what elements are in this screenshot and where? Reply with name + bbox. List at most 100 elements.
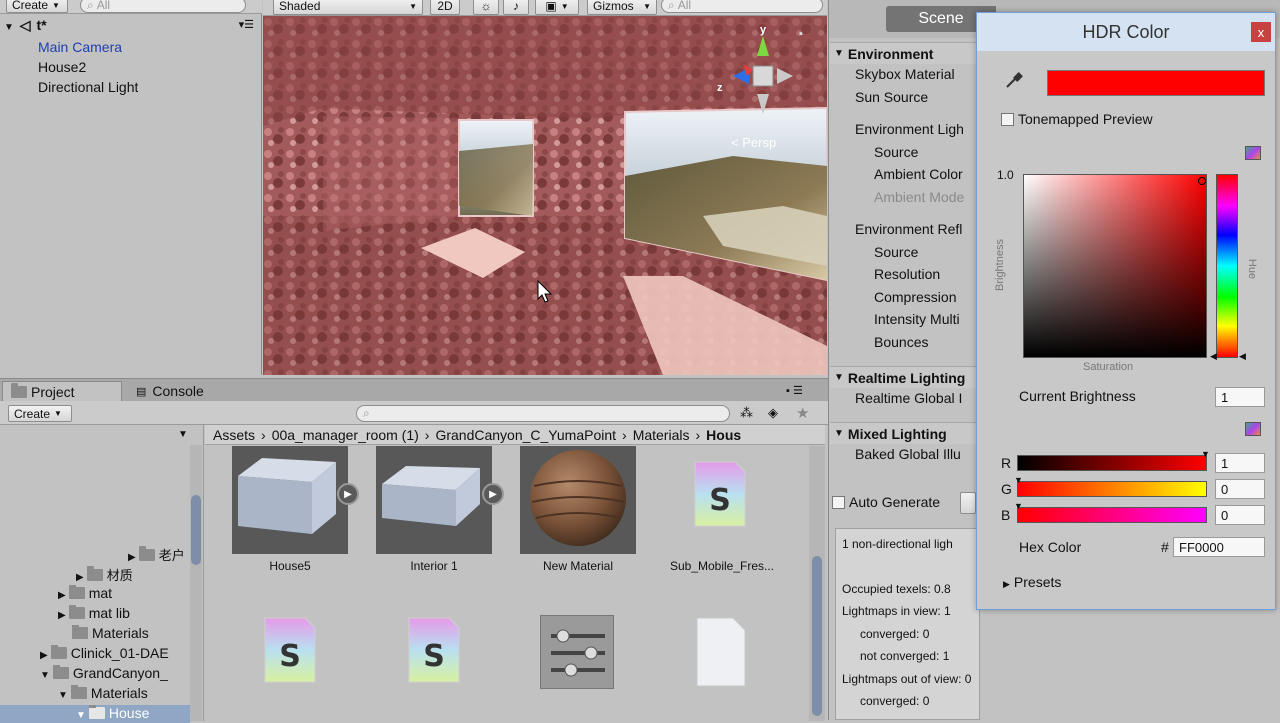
expand-arrow-icon[interactable]: ▼ (4, 22, 14, 33)
expand-arrow-icon[interactable]: ▼ (40, 670, 50, 681)
hue-slider[interactable] (1216, 174, 1238, 358)
auto-generate-toggle[interactable]: Auto Generate (832, 494, 972, 510)
project-create-button[interactable]: Create ▼ (8, 405, 72, 422)
auto-generate-checkbox[interactable] (832, 496, 845, 509)
tonemapped-checkbox[interactable] (1001, 113, 1014, 126)
search-icon: ⌕ (668, 0, 675, 12)
hierarchy-create-button[interactable]: Create ▼ (6, 0, 68, 13)
expand-arrow-icon[interactable]: ▶ (128, 552, 136, 563)
asset-tile-shader[interactable]: S (261, 614, 319, 686)
asset-tile-shader[interactable]: S (405, 614, 463, 686)
tree-scrollbar[interactable] (190, 445, 202, 721)
lock-icon[interactable]: ▪ (799, 28, 803, 40)
asset-scrollbar-thumb[interactable] (812, 556, 822, 716)
2d-toggle-button[interactable]: 2D (430, 0, 460, 15)
asset-label: Sub_Mobile_Fres... (669, 559, 775, 573)
slider-handle-icon[interactable]: ▼ (1014, 475, 1023, 485)
tab-console[interactable]: ▤ Console (130, 381, 250, 401)
favorite-star-icon[interactable]: ★ (796, 404, 809, 422)
breadcrumb-item[interactable]: Assets (213, 427, 255, 443)
asset-tile-house5[interactable] (232, 446, 348, 554)
filter-type-icon[interactable]: ⁂ (740, 405, 753, 421)
expand-arrow-icon[interactable]: ▶ (58, 590, 66, 601)
close-button[interactable]: x (1251, 22, 1271, 42)
saturation-brightness-picker[interactable] (1023, 174, 1207, 358)
scene-row[interactable]: ▼ ◁ t* ▾☰ (4, 17, 258, 37)
tree-scrollbar-thumb[interactable] (191, 495, 201, 565)
panel-menu-icon[interactable]: ▪ ☰ (786, 384, 803, 397)
mixed-lighting-header[interactable]: ▼ Mixed Lighting (830, 422, 976, 444)
channel-r-input[interactable]: 1 (1215, 453, 1265, 473)
hex-color-input[interactable]: FF0000 (1173, 537, 1265, 557)
asset-tile-shader[interactable]: S (691, 458, 749, 530)
filter-label-icon[interactable]: ◈ (768, 405, 778, 421)
generate-lighting-button[interactable] (960, 492, 976, 514)
slider-handle-icon[interactable]: ▼ (1014, 501, 1023, 511)
tree-item[interactable]: ▶ Clinick_01-DAE (40, 645, 190, 661)
hue-handle-icon[interactable]: ◀ (1210, 351, 1217, 362)
effects-dropdown[interactable]: ▣ ▼ (535, 0, 579, 15)
tree-item[interactable]: ▼ GrandCanyon_ (40, 665, 190, 681)
scene-menu-icon[interactable]: ▾☰ (239, 18, 254, 31)
asset-grid-scrollbar[interactable] (809, 446, 825, 721)
asset-tile-interior-1[interactable] (376, 446, 492, 554)
color-swatch[interactable] (1047, 70, 1265, 96)
tree-item[interactable]: ▶ 老户 (128, 545, 185, 564)
expand-arrow-icon[interactable]: ▼ (58, 690, 68, 701)
tab-project[interactable]: Project (2, 381, 122, 401)
persp-label[interactable]: < Persp (731, 135, 776, 150)
folder-icon (68, 605, 85, 619)
folder-icon (138, 546, 155, 561)
expand-arrow-icon[interactable]: ▶ (58, 610, 66, 621)
project-search-input[interactable]: ⌕ (356, 405, 730, 422)
breadcrumb-item[interactable]: GrandCanyon_C_YumaPoint (435, 427, 616, 443)
dialog-title-bar[interactable]: HDR Color (977, 13, 1275, 51)
prefab-expand-icon[interactable]: ▶ (337, 483, 359, 505)
tree-item[interactable]: ▶ 材质 (76, 565, 133, 584)
hue-handle-icon[interactable]: ◀ (1239, 351, 1246, 362)
color-mode-icon[interactable] (1245, 146, 1261, 160)
shading-mode-dropdown[interactable]: Shaded ▼ (273, 0, 423, 15)
slider-handle-icon[interactable]: ▼ (1201, 449, 1210, 459)
hierarchy-item-house2[interactable]: House2 (38, 59, 86, 75)
presets-foldout[interactable]: ▶ Presets (1003, 574, 1061, 590)
asset-tile-new-material[interactable] (520, 446, 636, 554)
breadcrumb-item[interactable]: Materials (633, 427, 690, 443)
channel-b-slider[interactable] (1017, 507, 1207, 523)
hierarchy-item-directional-light[interactable]: Directional Light (38, 79, 138, 95)
tree-item[interactable]: ▶ mat lib (58, 605, 130, 621)
scene-name: t* (36, 17, 47, 33)
environment-header[interactable]: ▼ Environment (830, 42, 976, 64)
realtime-lighting-header[interactable]: ▼ Realtime Lighting (830, 366, 976, 388)
tree-item[interactable]: Materials (72, 625, 149, 641)
expand-arrow-icon[interactable]: ▶ (76, 572, 84, 583)
asset-tile-settings[interactable] (540, 615, 614, 689)
lighting-toggle-button[interactable]: ☼ (473, 0, 499, 15)
tree-item[interactable]: ▼ Materials (58, 685, 148, 701)
audio-toggle-button[interactable]: ♪ (503, 0, 529, 15)
gizmos-dropdown[interactable]: Gizmos ▼ (587, 0, 657, 15)
tree-item-selected[interactable]: ▼ House (0, 705, 190, 723)
picker-handle[interactable] (1198, 177, 1206, 185)
channel-r-slider[interactable] (1017, 455, 1207, 471)
scene-search-input[interactable]: ⌕ All (661, 0, 823, 13)
eyedropper-icon[interactable] (1005, 71, 1023, 94)
expand-arrow-icon[interactable]: ▶ (40, 650, 48, 661)
current-brightness-input[interactable]: 1 (1215, 387, 1265, 407)
tree-item[interactable]: ▶ mat (58, 585, 112, 601)
tonemapped-preview-toggle[interactable]: Tonemapped Preview (1001, 111, 1153, 127)
hierarchy-item-main-camera[interactable]: Main Camera (38, 39, 122, 55)
stats-line: Occupied texels: 0.8 (842, 582, 951, 596)
expand-arrow-icon[interactable]: ▼ (76, 710, 86, 721)
scene-orientation-gizmo[interactable] (713, 26, 813, 126)
hierarchy-search-input[interactable]: ⌕ All (80, 0, 246, 13)
channel-g-slider[interactable] (1017, 481, 1207, 497)
color-mode-icon[interactable] (1245, 422, 1261, 436)
asset-tile-file[interactable] (695, 616, 747, 688)
breadcrumb-item[interactable]: Hous (706, 427, 741, 443)
prefab-expand-icon[interactable]: ▶ (482, 483, 504, 505)
channel-g-input[interactable]: 0 (1215, 479, 1265, 499)
breadcrumb-item[interactable]: 00a_manager_room (1) (272, 427, 419, 443)
channel-b-input[interactable]: 0 (1215, 505, 1265, 525)
tree-scroll-up-icon[interactable]: ▼ (178, 429, 188, 440)
